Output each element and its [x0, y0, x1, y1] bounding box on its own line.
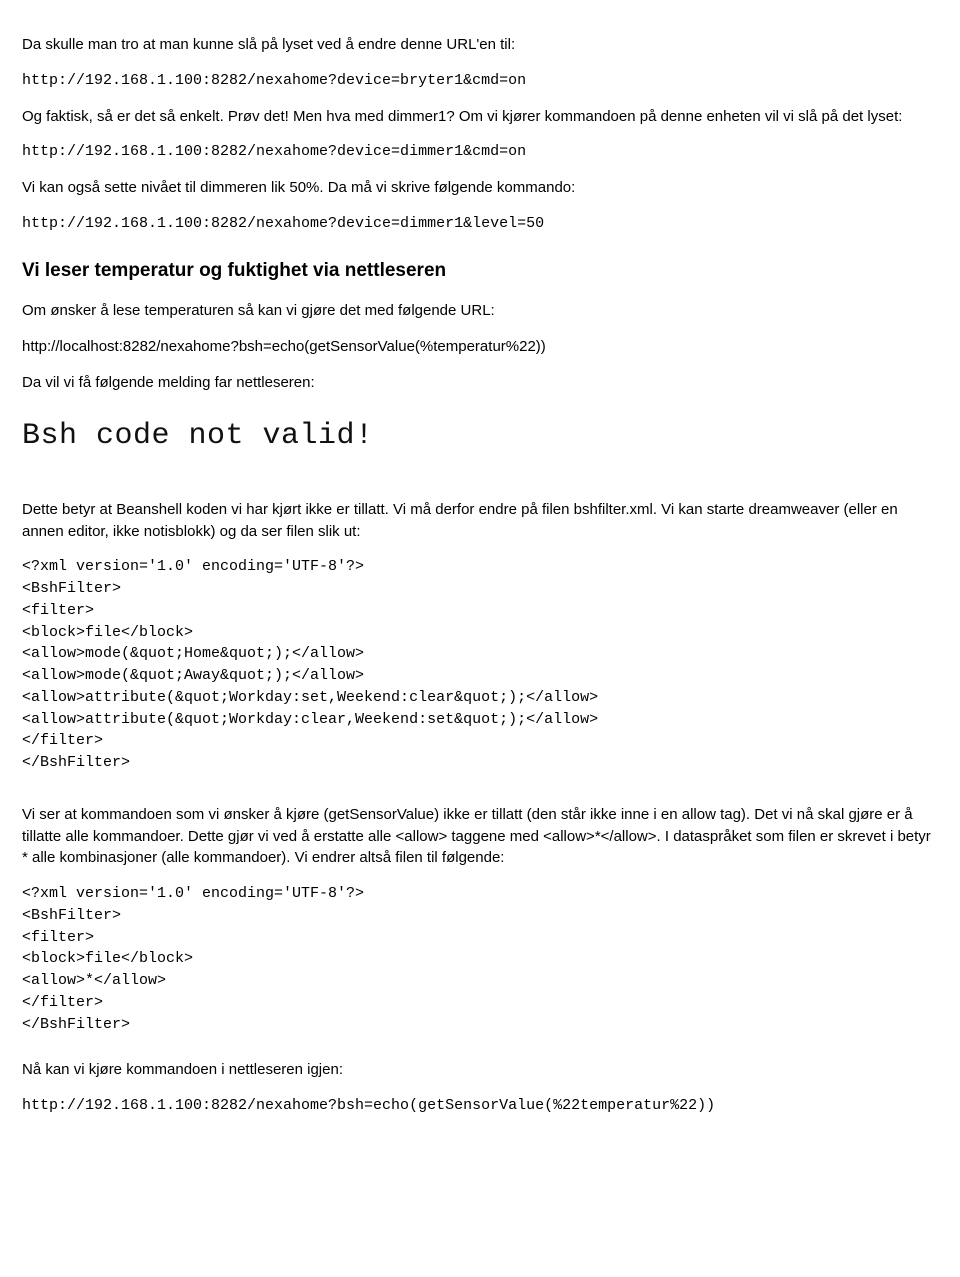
section-heading: Vi leser temperatur og fuktighet via net… [22, 257, 938, 285]
paragraph: Om ønsker å lese temperaturen så kan vi … [22, 300, 938, 322]
code-url: http://192.168.1.100:8282/nexahome?devic… [22, 70, 938, 92]
paragraph: Vi kan også sette nivået til dimmeren li… [22, 177, 938, 199]
paragraph: Da skulle man tro at man kunne slå på ly… [22, 34, 938, 56]
url-text: http://localhost:8282/nexahome?bsh=echo(… [22, 336, 938, 358]
paragraph: Dette betyr at Beanshell koden vi har kj… [22, 499, 938, 543]
paragraph: Nå kan vi kjøre kommandoen i nettleseren… [22, 1059, 938, 1081]
paragraph: Og faktisk, så er det så enkelt. Prøv de… [22, 106, 938, 128]
code-url: http://192.168.1.100:8282/nexahome?devic… [22, 213, 938, 235]
paragraph: Vi ser at kommandoen som vi ønsker å kjø… [22, 804, 938, 869]
code-url: http://192.168.1.100:8282/nexahome?devic… [22, 141, 938, 163]
code-block-xml: <?xml version='1.0' encoding='UTF-8'?> <… [22, 556, 938, 774]
error-message: Bsh code not valid! [22, 415, 938, 459]
paragraph: Da vil vi få følgende melding far nettle… [22, 372, 938, 394]
code-block-xml: <?xml version='1.0' encoding='UTF-8'?> <… [22, 883, 938, 1035]
code-url: http://192.168.1.100:8282/nexahome?bsh=e… [22, 1095, 938, 1117]
